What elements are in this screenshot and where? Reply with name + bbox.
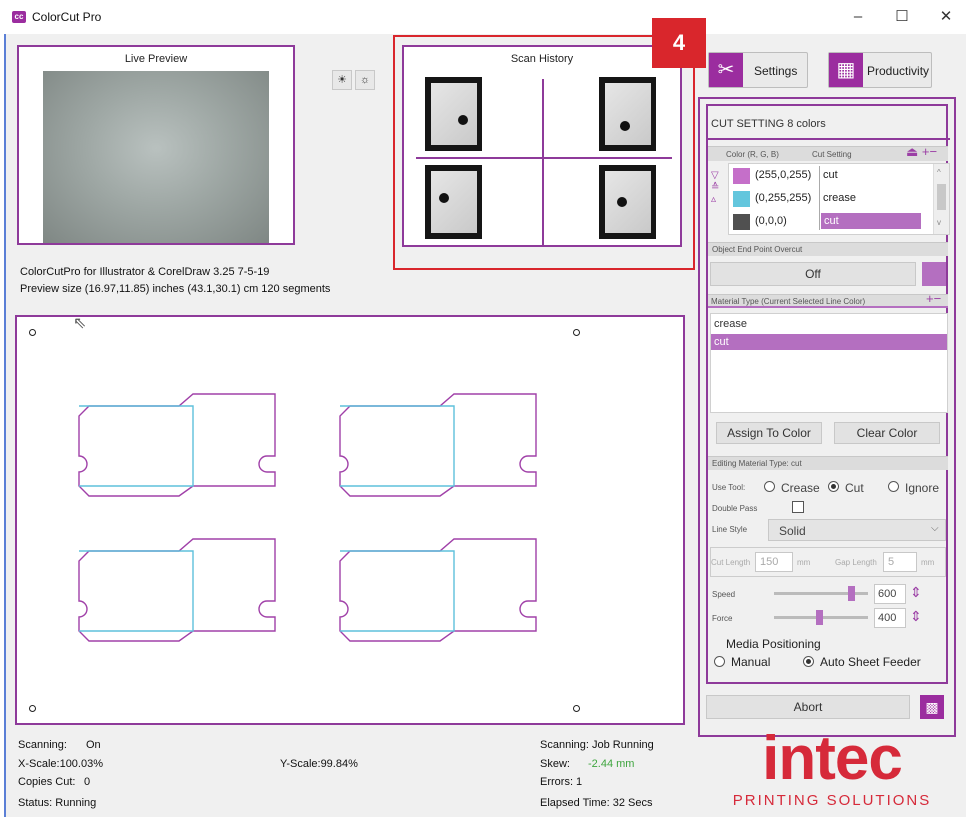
cut-shape [78, 538, 276, 642]
step-badge: 4 [652, 18, 706, 68]
auto-sheet-feeder-radio[interactable] [803, 656, 814, 667]
brightness-up-icon[interactable]: ☀ [332, 70, 352, 90]
title-bar: cc ColorCut Pro – ☐ ✕ [0, 0, 972, 34]
close-icon[interactable]: ✕ [926, 6, 966, 30]
registration-mark [573, 705, 580, 712]
settings-button[interactable]: ✂ Settings [708, 52, 808, 88]
cut-length-input[interactable]: 150 [755, 552, 793, 572]
color-list: (255,0,255) cut (0,255,255) crease (0,0,… [728, 163, 950, 235]
intec-logo: intec [762, 724, 903, 793]
cut-paths [78, 393, 537, 642]
registration-mark [29, 329, 36, 336]
scan-thumbnail[interactable] [425, 165, 482, 239]
overcut-toggle-switch[interactable] [922, 262, 946, 286]
skew-value: -2.44 mm [588, 758, 635, 770]
force-slider-thumb[interactable] [816, 610, 823, 625]
double-pass-checkbox[interactable] [792, 501, 804, 513]
overcut-toggle[interactable]: Off [710, 262, 916, 286]
chevron-down-icon: ⌵ [931, 523, 939, 534]
cut-shape [78, 393, 276, 497]
version-text: ColorCutPro for Illustrator & CorelDraw … [20, 266, 270, 278]
cut-setting-header: CUT SETTING 8 colors [708, 106, 950, 140]
editing-label-row: Editing Material Type: cut [708, 456, 948, 470]
dash-settings-box: Cut Length 150 mm Gap Length 5 mm [710, 547, 946, 577]
scan-thumbnail[interactable] [425, 77, 482, 151]
speed-input[interactable]: 600 [874, 584, 906, 604]
crease-radio[interactable] [764, 481, 775, 492]
preview-size-text: Preview size (16.97,11.85) inches (43.1,… [20, 283, 331, 295]
scan-thumbnail[interactable] [599, 165, 656, 239]
color-table-header: Color (R, G, B) Cut Setting ⏏ +− [708, 144, 948, 161]
material-item-selected[interactable]: cut [711, 334, 947, 350]
force-slider[interactable] [774, 610, 868, 625]
gap-length-input[interactable]: 5 [883, 552, 917, 572]
speed-slider-thumb[interactable] [848, 586, 855, 601]
speed-slider[interactable] [774, 586, 868, 601]
window-title: ColorCut Pro [32, 10, 102, 24]
cut-setting-selected[interactable]: cut [821, 213, 921, 229]
productivity-button[interactable]: ▦ Productivity [828, 52, 932, 88]
mouse-cursor-icon: ⇖ [73, 315, 87, 332]
media-positioning-label: Media Positioning [726, 637, 821, 651]
add-material-icon[interactable]: +− [926, 291, 941, 306]
scan-divider-vertical [542, 79, 544, 247]
overcut-label-row: Object End Point Overcut [708, 242, 948, 256]
speed-stepper-icon[interactable]: ⇕ [910, 584, 922, 601]
scrollbar[interactable]: ^ v [933, 164, 949, 234]
cut-setting-panel: CUT SETTING 8 colors Color (R, G, B) Cut… [706, 104, 950, 684]
material-item[interactable]: crease [714, 318, 747, 330]
color-swatch[interactable] [733, 214, 750, 230]
force-stepper-icon[interactable]: ⇕ [910, 608, 922, 625]
material-label-row: Material Type (Current Selected Line Col… [708, 291, 948, 308]
cut-shape [339, 538, 537, 642]
scan-thumbnail[interactable] [599, 77, 656, 151]
color-swatch[interactable] [733, 168, 750, 184]
assign-to-color-button[interactable]: Assign To Color [716, 422, 822, 444]
scan-history-label: Scan History [510, 53, 574, 65]
cut-shape [339, 393, 537, 497]
brightness-down-icon[interactable]: ☼ [355, 70, 375, 90]
maximize-icon[interactable]: ☐ [882, 6, 922, 30]
intec-tagline: PRINTING SOLUTIONS [732, 792, 932, 809]
registration-mark [573, 329, 580, 336]
camera-preview-image [43, 71, 269, 243]
cut-radio[interactable] [828, 481, 839, 492]
qr-code-icon[interactable]: ▩ [920, 695, 944, 719]
productivity-icon: ▦ [829, 53, 863, 87]
manual-radio[interactable] [714, 656, 725, 667]
minimize-icon[interactable]: – [838, 6, 878, 30]
live-preview-panel: Live Preview [17, 45, 295, 245]
material-list: crease cut [710, 313, 948, 413]
color-swatch[interactable] [733, 191, 750, 207]
cut-canvas[interactable]: ⇖ [15, 315, 685, 725]
app-icon: cc [12, 11, 26, 23]
clear-color-button[interactable]: Clear Color [834, 422, 940, 444]
abort-button[interactable]: Abort [706, 695, 910, 719]
scan-history-panel: Scan History [402, 45, 682, 247]
ignore-radio[interactable] [888, 481, 899, 492]
force-input[interactable]: 400 [874, 608, 906, 628]
scan-divider-horizontal [416, 157, 672, 159]
add-color-icon[interactable]: ⏏ +− [906, 144, 937, 160]
line-style-select[interactable]: Solid ⌵ [768, 519, 946, 541]
live-preview-label: Live Preview [124, 53, 188, 65]
registration-mark [29, 705, 36, 712]
tools-icon: ✂ [709, 53, 743, 87]
reorder-arrows-icon[interactable]: ▽ ≙ ▵ [711, 170, 719, 206]
